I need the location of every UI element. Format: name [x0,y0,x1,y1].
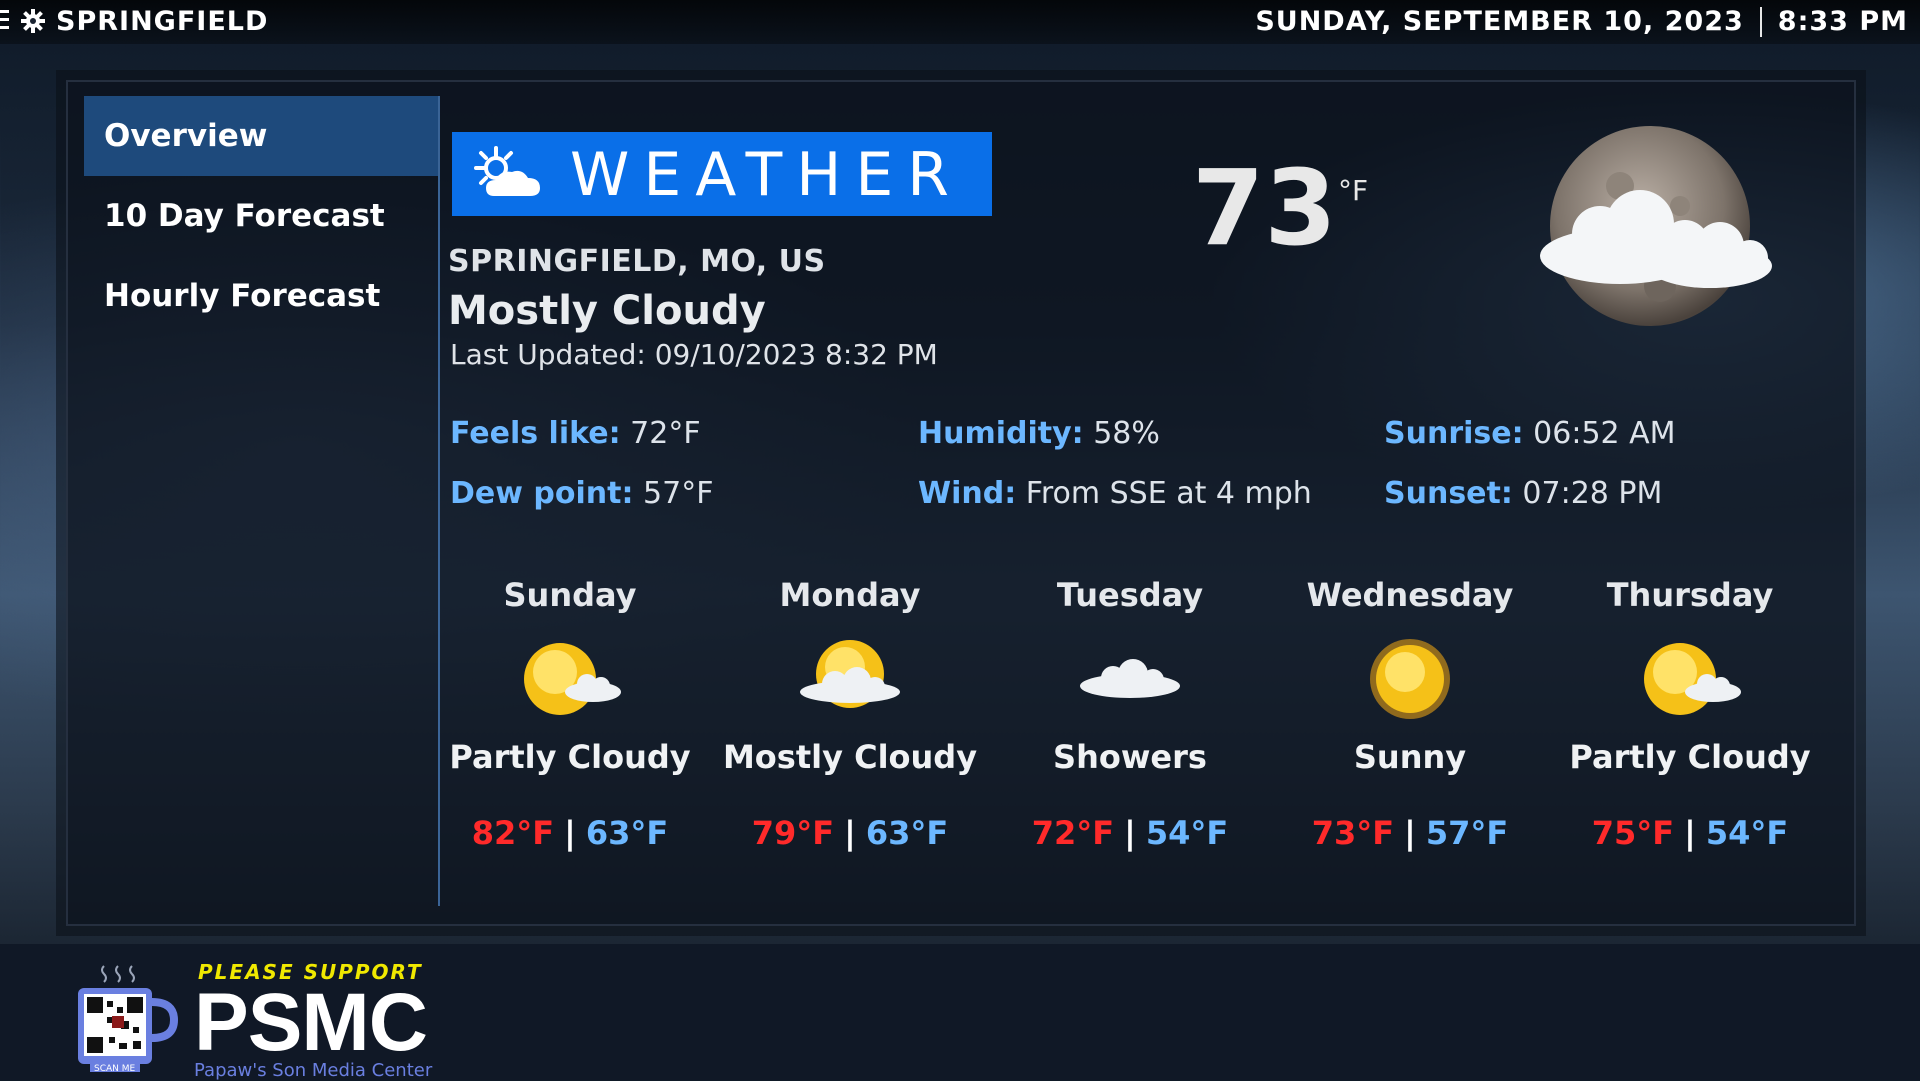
sun-cloud-icon [474,146,540,196]
sunset-value: 07:28 PM [1522,476,1663,511]
gear-icon[interactable] [20,8,46,34]
sunrise: Sunrise: 06:52 AM [1384,416,1676,451]
sidebar-item-overview[interactable]: Overview [84,96,438,176]
day-condition: Mostly Cloudy [722,738,978,776]
city-title: SPRINGFIELD [56,6,269,37]
forecast-day[interactable]: Wednesday Sunny 73°F | 57°F [1280,576,1540,852]
day-condition: Partly Cloudy [1569,738,1811,776]
day-temps: 73°F | 57°F [1280,814,1540,852]
temp-divider: | [564,814,576,852]
day-name: Monday [779,576,921,614]
wind-value: From SSE at 4 mph [1025,476,1312,511]
day-temps: 72°F | 54°F [1000,814,1260,852]
high-temp: 73°F [1311,814,1395,852]
day-condition: Sunny [1353,738,1467,776]
partly-cloudy-icon [524,643,621,715]
high-temp: 82°F [471,814,555,852]
showers-icon [1080,659,1180,698]
partly-cloudy-icon [1644,643,1741,715]
current-temperature: 73 [1192,147,1337,269]
day-condition: Showers [1053,738,1207,776]
current-date: SUNDAY, SEPTEMBER 10, 2023 [1255,6,1744,37]
current-time: 8:33 PM [1777,6,1908,37]
wind-label: Wind: [918,476,1017,511]
current-condition: Mostly Cloudy [448,288,766,334]
low-temp: 63°F [865,814,949,852]
temperature-unit: °F [1338,174,1369,207]
moon-cloud-icon [1540,126,1772,326]
divider [1759,6,1762,37]
high-temp: 75°F [1591,814,1675,852]
humidity-value: 58% [1093,416,1160,451]
temp-divider: | [1124,814,1136,852]
high-temp: 79°F [751,814,835,852]
high-temp: 72°F [1031,814,1115,852]
feels-like: Feels like: 72°F [450,416,701,451]
menu-icon[interactable] [0,10,10,32]
main-content: WEATHER SPRINGFIELD, MO, US Mostly Cloud… [440,96,1840,906]
forecast-day[interactable]: Sunday Partly Cloudy 82°F | 63°F [440,576,700,852]
forecast-day[interactable]: Thursday Partly Cloudy 75°F | 54°F [1560,576,1820,852]
weather-logo: WEATHER [452,132,992,216]
day-name: Thursday [1606,576,1774,614]
last-updated: Last Updated: 09/10/2023 8:32 PM [450,338,938,371]
day-name: Tuesday [1056,576,1204,614]
qr-code-mug-icon[interactable] [74,962,178,1074]
low-temp: 54°F [1705,814,1789,852]
humidity-label: Humidity: [918,416,1084,451]
day-temps: 75°F | 54°F [1560,814,1820,852]
day-condition: Partly Cloudy [449,738,691,776]
qr-caption: SCAN ME [94,1064,136,1074]
weather-logo-text: WEATHER [570,140,963,210]
forecast-day[interactable]: Tuesday Showers 72°F | 54°F [1000,576,1260,852]
day-name: Sunday [503,576,637,614]
humidity: Humidity: 58% [918,416,1160,451]
temp-divider: | [1684,814,1696,852]
weather-panel: Overview 10 Day Forecast Hourly Forecast… [66,80,1856,926]
day-name: Wednesday [1306,576,1514,614]
low-temp: 54°F [1145,814,1229,852]
sidebar-item-10-day-forecast[interactable]: 10 Day Forecast [84,176,438,256]
sidebar-item-hourly-forecast[interactable]: Hourly Forecast [84,256,438,336]
mostly-cloudy-icon [800,640,900,708]
wind: Wind: From SSE at 4 mph [918,476,1312,511]
day-temps: 79°F | 63°F [720,814,980,852]
sunset-label: Sunset: [1384,476,1513,511]
temp-divider: | [844,814,856,852]
sunset: Sunset: 07:28 PM [1384,476,1662,511]
feels-like-value: 72°F [630,416,701,451]
temp-divider: | [1404,814,1416,852]
day-temps: 82°F | 63°F [440,814,700,852]
dew-point-label: Dew point: [450,476,634,511]
forecast-day[interactable]: Monday Mostly Cloudy 79°F | 63°F [720,576,980,852]
sunrise-value: 06:52 AM [1533,416,1676,451]
top-bar: SPRINGFIELD SUNDAY, SEPTEMBER 10, 2023 8… [0,0,1920,44]
sidebar: Overview 10 Day Forecast Hourly Forecast [84,96,440,906]
dew-point-value: 57°F [643,476,714,511]
brand-logo-text: PSMC [194,977,428,1068]
location: SPRINGFIELD, MO, US [448,244,826,279]
sunny-icon [1370,639,1450,719]
low-temp: 63°F [585,814,669,852]
low-temp: 57°F [1425,814,1509,852]
date-time: SUNDAY, SEPTEMBER 10, 2023 8:33 PM [1255,6,1908,37]
brand-subtitle: Papaw's Son Media Center [194,1060,433,1081]
sunrise-label: Sunrise: [1384,416,1524,451]
dew-point: Dew point: 57°F [450,476,713,511]
feels-like-label: Feels like: [450,416,621,451]
